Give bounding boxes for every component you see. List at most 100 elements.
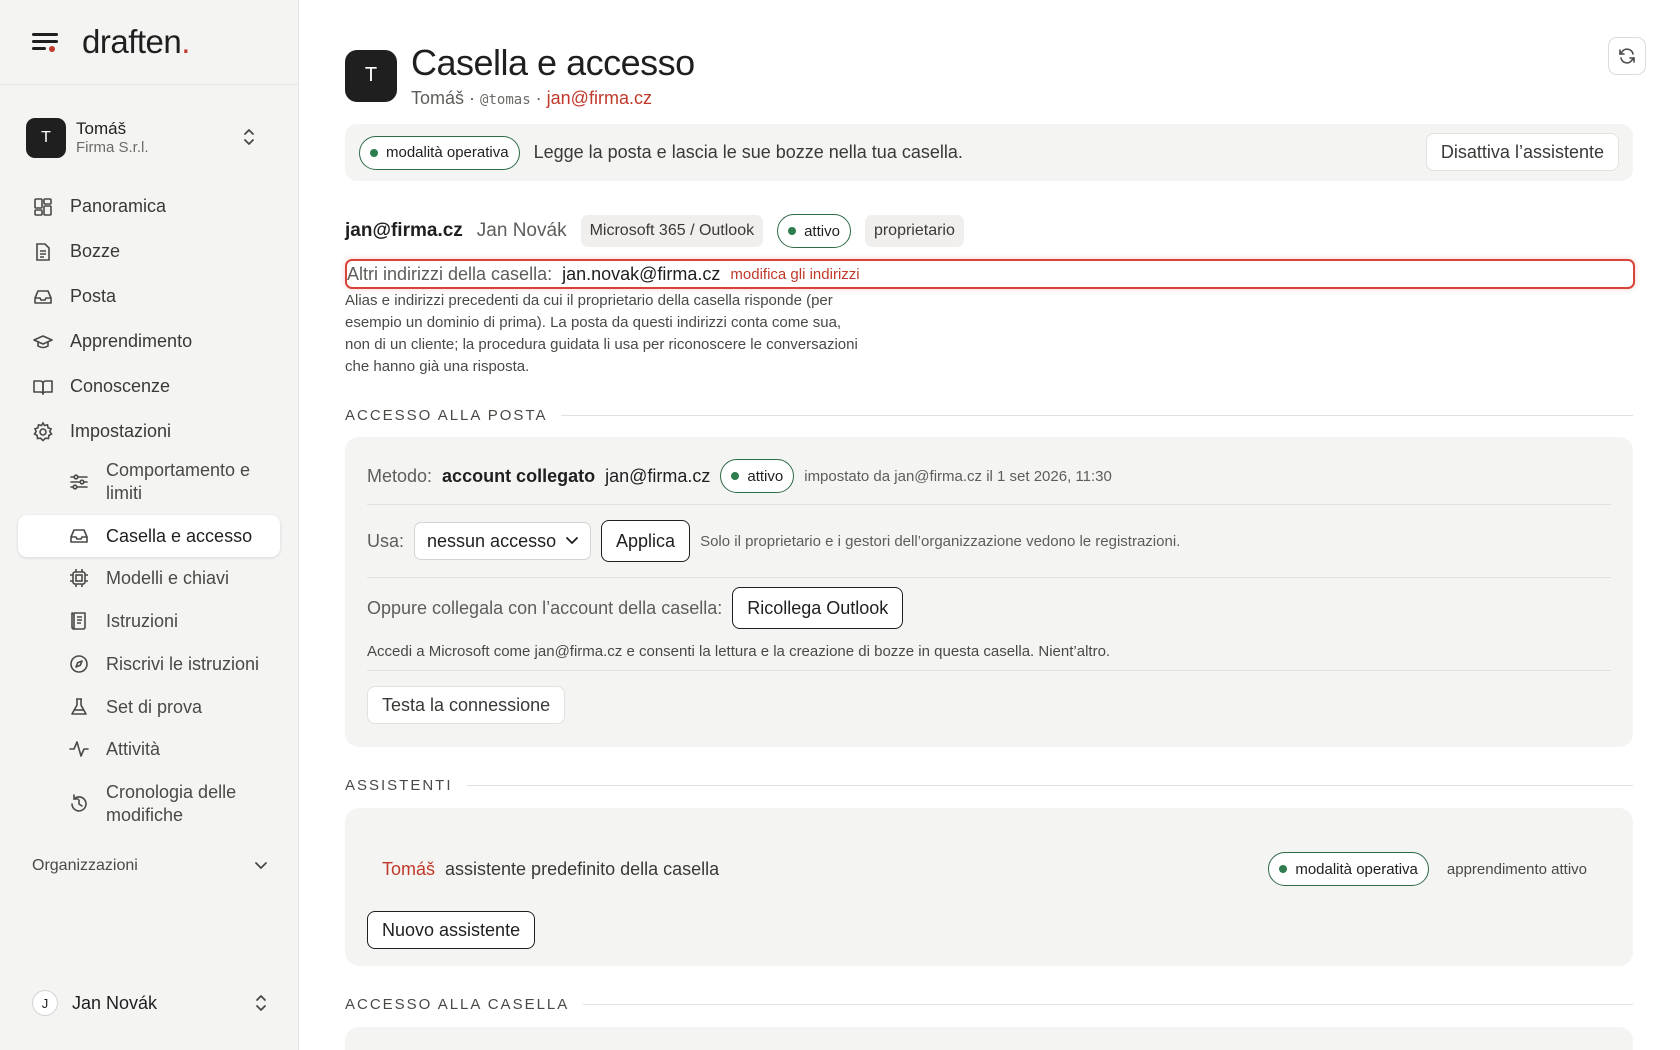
graduation-cap-icon — [33, 334, 53, 348]
assistant-link[interactable]: Tomáš — [382, 859, 435, 880]
refresh-button[interactable] — [1608, 37, 1646, 75]
page-header: T Casella e accesso Tomáš · @tomas · jan… — [345, 42, 695, 109]
page-subtitle: Tomáš · @tomas · jan@firma.cz — [411, 88, 695, 109]
nav-sub-label: Set di prova — [106, 696, 203, 717]
role-tag: proprietario — [864, 215, 964, 247]
nav-sub-label: Istruzioni — [106, 610, 179, 631]
main-content: T Casella e accesso Tomáš · @tomas · jan… — [299, 0, 1680, 1050]
section-mail-access: ACCESSO ALLA POSTA — [345, 407, 1633, 424]
grid-icon — [34, 197, 52, 216]
apply-button[interactable]: Applica — [601, 520, 691, 562]
nav-sub-label: Comportamento e limiti — [106, 459, 251, 503]
nav-sub-riscrivi[interactable]: Riscrivi le istruzioni — [18, 643, 280, 685]
compass-icon — [70, 655, 88, 673]
nav-item-apprendimento[interactable]: Apprendimento — [18, 319, 280, 364]
gear-icon — [33, 420, 53, 442]
assistant-name: Tomáš — [411, 88, 465, 108]
method-note: impostato da jan@firma.cz il 1 set 2026,… — [804, 467, 1112, 485]
nav-sub-label: Riscrivi le istruzioni — [106, 653, 260, 674]
section-title: ASSISTENTI — [345, 777, 453, 794]
book-icon — [33, 379, 53, 395]
alias-label: Altri indirizzi della casella: — [347, 263, 553, 284]
mode-badge-label: modalità operativa — [1295, 860, 1418, 878]
use-note: Solo il proprietario e i gestori dell’or… — [700, 532, 1181, 550]
mode-badge: modalità operativa — [359, 135, 520, 170]
nav-item-panoramica[interactable]: Panoramica — [18, 184, 280, 229]
test-connection-button[interactable]: Testa la connessione — [367, 686, 566, 724]
access-select-value: nessun accesso — [427, 530, 557, 551]
access-select[interactable]: nessun accesso — [414, 522, 592, 560]
nav-sub-label: Attività — [106, 738, 161, 759]
section-title: ACCESSO ALLA POSTA — [345, 407, 548, 424]
section-title: ACCESSO ALLA CASELLA — [345, 996, 570, 1013]
status-banner: modalità operativa Legge la posta e lasc… — [345, 124, 1633, 181]
nav-sub-comportamento[interactable]: Comportamento e limiti — [18, 458, 280, 506]
section-assistants: ASSISTENTI — [345, 777, 1633, 794]
status-label: attivo — [747, 467, 784, 485]
main-nav: Panoramica Bozze Posta Apprendimento Con… — [18, 184, 280, 454]
method-status-badge: attivo — [720, 459, 795, 493]
inbox-icon — [34, 289, 52, 304]
reconnect-row: Oppure collegala con l’account della cas… — [367, 586, 1611, 630]
method-value: account collegato — [442, 465, 596, 486]
account-status-badge: attivo — [777, 214, 851, 248]
organizations-label: Organizzazioni — [32, 857, 138, 874]
account-email: jan@firma.cz — [345, 220, 463, 241]
nav-item-posta[interactable]: Posta — [18, 274, 280, 319]
edit-addresses-link[interactable]: modifica gli indirizzi — [730, 266, 859, 283]
sidebar: draften. T Tomáš Firma S.r.l. Panoramica… — [0, 0, 299, 1050]
nav-sub-set-prova[interactable]: Set di prova — [18, 686, 280, 728]
chevron-updown-icon — [256, 995, 266, 1011]
reconnect-label: Oppure collegala con l’account della cas… — [367, 597, 723, 618]
nav-label: Apprendimento — [70, 331, 193, 351]
account-name: Jan Novák — [476, 220, 567, 241]
chip-icon — [70, 569, 88, 587]
organizations-toggle[interactable]: Organizzazioni — [32, 857, 268, 875]
nav-sub-casella-accesso[interactable]: Casella e accesso — [18, 515, 280, 557]
assistants-card: Tomáš assistente predefinito della casel… — [345, 808, 1633, 966]
flask-icon — [71, 698, 87, 715]
new-assistant-button[interactable]: Nuovo assistente — [367, 911, 536, 949]
nav-sub-cronologia[interactable]: Cronologia delle modifiche — [18, 780, 280, 828]
menu-icon[interactable] — [32, 32, 58, 52]
logo[interactable]: draften. — [82, 23, 190, 61]
nav-item-conoscenze[interactable]: Conoscenze — [18, 364, 280, 409]
history-icon — [71, 794, 87, 812]
user-name: Jan Novák — [72, 992, 158, 1013]
reconnect-outlook-button[interactable]: Ricollega Outlook — [732, 587, 904, 629]
header-email-link[interactable]: jan@firma.cz — [547, 88, 652, 108]
inbox-icon — [70, 529, 88, 543]
provider-tag: Microsoft 365 / Outlook — [580, 215, 764, 247]
account-row: jan@firma.cz Jan Novák Microsoft 365 / O… — [345, 214, 964, 248]
nav-item-impostazioni[interactable]: Impostazioni — [18, 409, 280, 454]
activity-icon — [69, 741, 89, 757]
nav-sub-attivita[interactable]: Attività — [18, 728, 280, 770]
reconnect-note: Accedi a Microsoft come jan@firma.cz e c… — [367, 642, 1111, 660]
org-company: Firma S.r.l. — [76, 139, 149, 157]
nav-sub-modelli[interactable]: Modelli e chiavi — [18, 557, 280, 599]
org-switcher[interactable]: T Tomáš Firma S.r.l. — [26, 116, 276, 160]
disable-assistant-button[interactable]: Disattiva l’assistente — [1425, 133, 1619, 171]
nav-label: Bozze — [70, 241, 121, 261]
sliders-icon — [70, 474, 88, 490]
separator: · — [469, 88, 476, 108]
refresh-icon — [1619, 48, 1635, 64]
page-title: Casella e accesso — [411, 42, 695, 83]
method-email: jan@firma.cz — [605, 465, 711, 486]
use-row: Usa: nessun accesso Applica Solo il prop… — [367, 519, 1611, 563]
banner-text: Legge la posta e lascia le sue bozze nel… — [533, 142, 963, 162]
user-menu[interactable]: J Jan Novák — [32, 990, 268, 1016]
chevron-down-icon — [566, 537, 578, 545]
assistant-row[interactable]: Tomáš assistente predefinito della casel… — [382, 851, 1587, 887]
method-label: Metodo: — [367, 465, 433, 486]
nav-sub-label: Modelli e chiavi — [106, 567, 230, 588]
nav-item-bozze[interactable]: Bozze — [18, 229, 280, 274]
test-row: Testa la connessione — [367, 685, 1611, 725]
alias-value: jan.novak@firma.cz — [562, 263, 721, 284]
new-assistant-row: Nuovo assistente — [367, 910, 1611, 950]
org-avatar: T — [26, 118, 66, 158]
section-mailbox-access: ACCESSO ALLA CASELLA — [345, 996, 1633, 1013]
nav-sub-istruzioni[interactable]: Istruzioni — [18, 600, 280, 642]
method-row: Metodo: account collegato jan@firma.cz a… — [367, 458, 1611, 494]
use-label: Usa: — [367, 530, 405, 551]
